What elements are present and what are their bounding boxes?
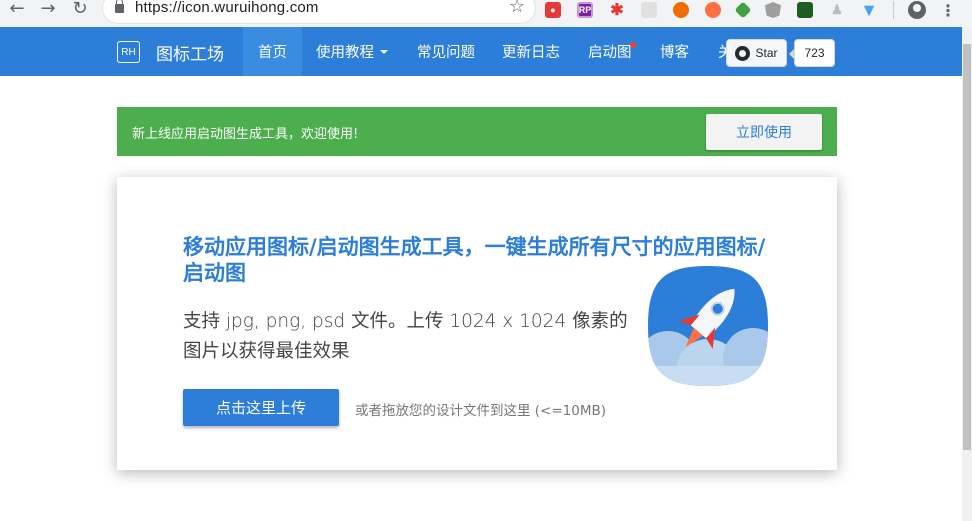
nav-item-label: 常见问题 [417, 45, 475, 61]
announcement-banner: 新上线应用启动图生成工具，欢迎使用! 立即使用 [117, 107, 837, 156]
extension-icon[interactable] [734, 1, 752, 19]
nav-item-faq[interactable]: 常见问题 [402, 27, 490, 76]
nav-item-home[interactable]: 首页 [243, 27, 302, 76]
github-star-count[interactable]: 723 [789, 39, 835, 67]
reload-icon[interactable]: ↻ [69, 0, 91, 20]
nav-item-label: 使用教程 [316, 45, 374, 61]
back-arrow-icon[interactable]: ← [6, 0, 28, 20]
nav-item-label: 更新日志 [502, 45, 560, 61]
toolbar-divider [893, 1, 894, 19]
notification-dot [629, 42, 636, 48]
extension-icon[interactable] [641, 2, 657, 18]
bookmark-star-icon[interactable]: ☆ [509, 0, 525, 17]
nav-item-blog[interactable]: 博客 [645, 27, 704, 76]
nav-item-label: 博客 [660, 45, 689, 61]
site-logo[interactable]: RH [117, 41, 140, 63]
menu-kebab-icon[interactable]: ⋮ [940, 1, 956, 20]
site-navbar: RH 图标工场 首页 使用教程 常见问题 更新日志 启动图 博客 关 Star … [0, 27, 962, 76]
extension-icon[interactable]: ♟ [829, 2, 845, 18]
github-star-button[interactable]: Star [726, 39, 787, 67]
browser-toolbar: ← → ↻ https://icon.wuruihong.com ☆ ● RP … [0, 0, 972, 27]
nav-item-tutorial[interactable]: 使用教程 [301, 27, 403, 76]
extensions-area: ● RP ✱ ♟ ▼ ⋮ [545, 0, 956, 20]
site-brand[interactable]: 图标工场 [156, 40, 224, 65]
angular-extension-icon[interactable] [765, 2, 781, 18]
account-icon[interactable] [908, 1, 926, 19]
filter-extension-icon[interactable]: ▼ [860, 0, 878, 20]
url-text[interactable]: https://icon.wuruihong.com [135, 0, 319, 16]
extension-icon[interactable]: ✱ [609, 2, 625, 19]
hero-subtitle: 支持 jpg, png, psd 文件。上传 1024 x 1024 像素的图片… [183, 311, 628, 362]
hero-card: 移动应用图标/启动图生成工具，一键生成所有尺寸的应用图标/启动图 支持 jpg,… [117, 177, 837, 470]
github-icon [735, 45, 751, 61]
banner-text: 新上线应用启动图生成工具，欢迎使用! [132, 127, 359, 142]
nav-item-label: 首页 [258, 45, 287, 61]
github-star-label: Star [755, 46, 778, 60]
extension-icon[interactable] [705, 2, 721, 18]
extension-icon[interactable]: RP [577, 2, 593, 18]
nav-item-changelog[interactable]: 更新日志 [487, 27, 575, 76]
chevron-down-icon [380, 49, 388, 54]
extension-icon[interactable] [673, 2, 689, 18]
nav-item-splash[interactable]: 启动图 [573, 27, 647, 76]
upload-button[interactable]: 点击这里上传 [183, 389, 339, 426]
use-now-button[interactable]: 立即使用 [706, 114, 822, 150]
scrollbar-thumb[interactable] [963, 44, 971, 450]
upload-hint: 或者拖放您的设计文件到这里 (<=10MB) [355, 403, 607, 419]
forward-arrow-icon[interactable]: → [37, 0, 59, 20]
rocket-icon [648, 266, 768, 386]
extension-icon[interactable]: ● [545, 2, 561, 18]
extension-icon[interactable] [797, 2, 813, 18]
address-bar[interactable]: https://icon.wuruihong.com ☆ [102, 0, 536, 24]
nav-item-label: 启动图 [588, 45, 632, 61]
lock-icon [115, 0, 124, 13]
